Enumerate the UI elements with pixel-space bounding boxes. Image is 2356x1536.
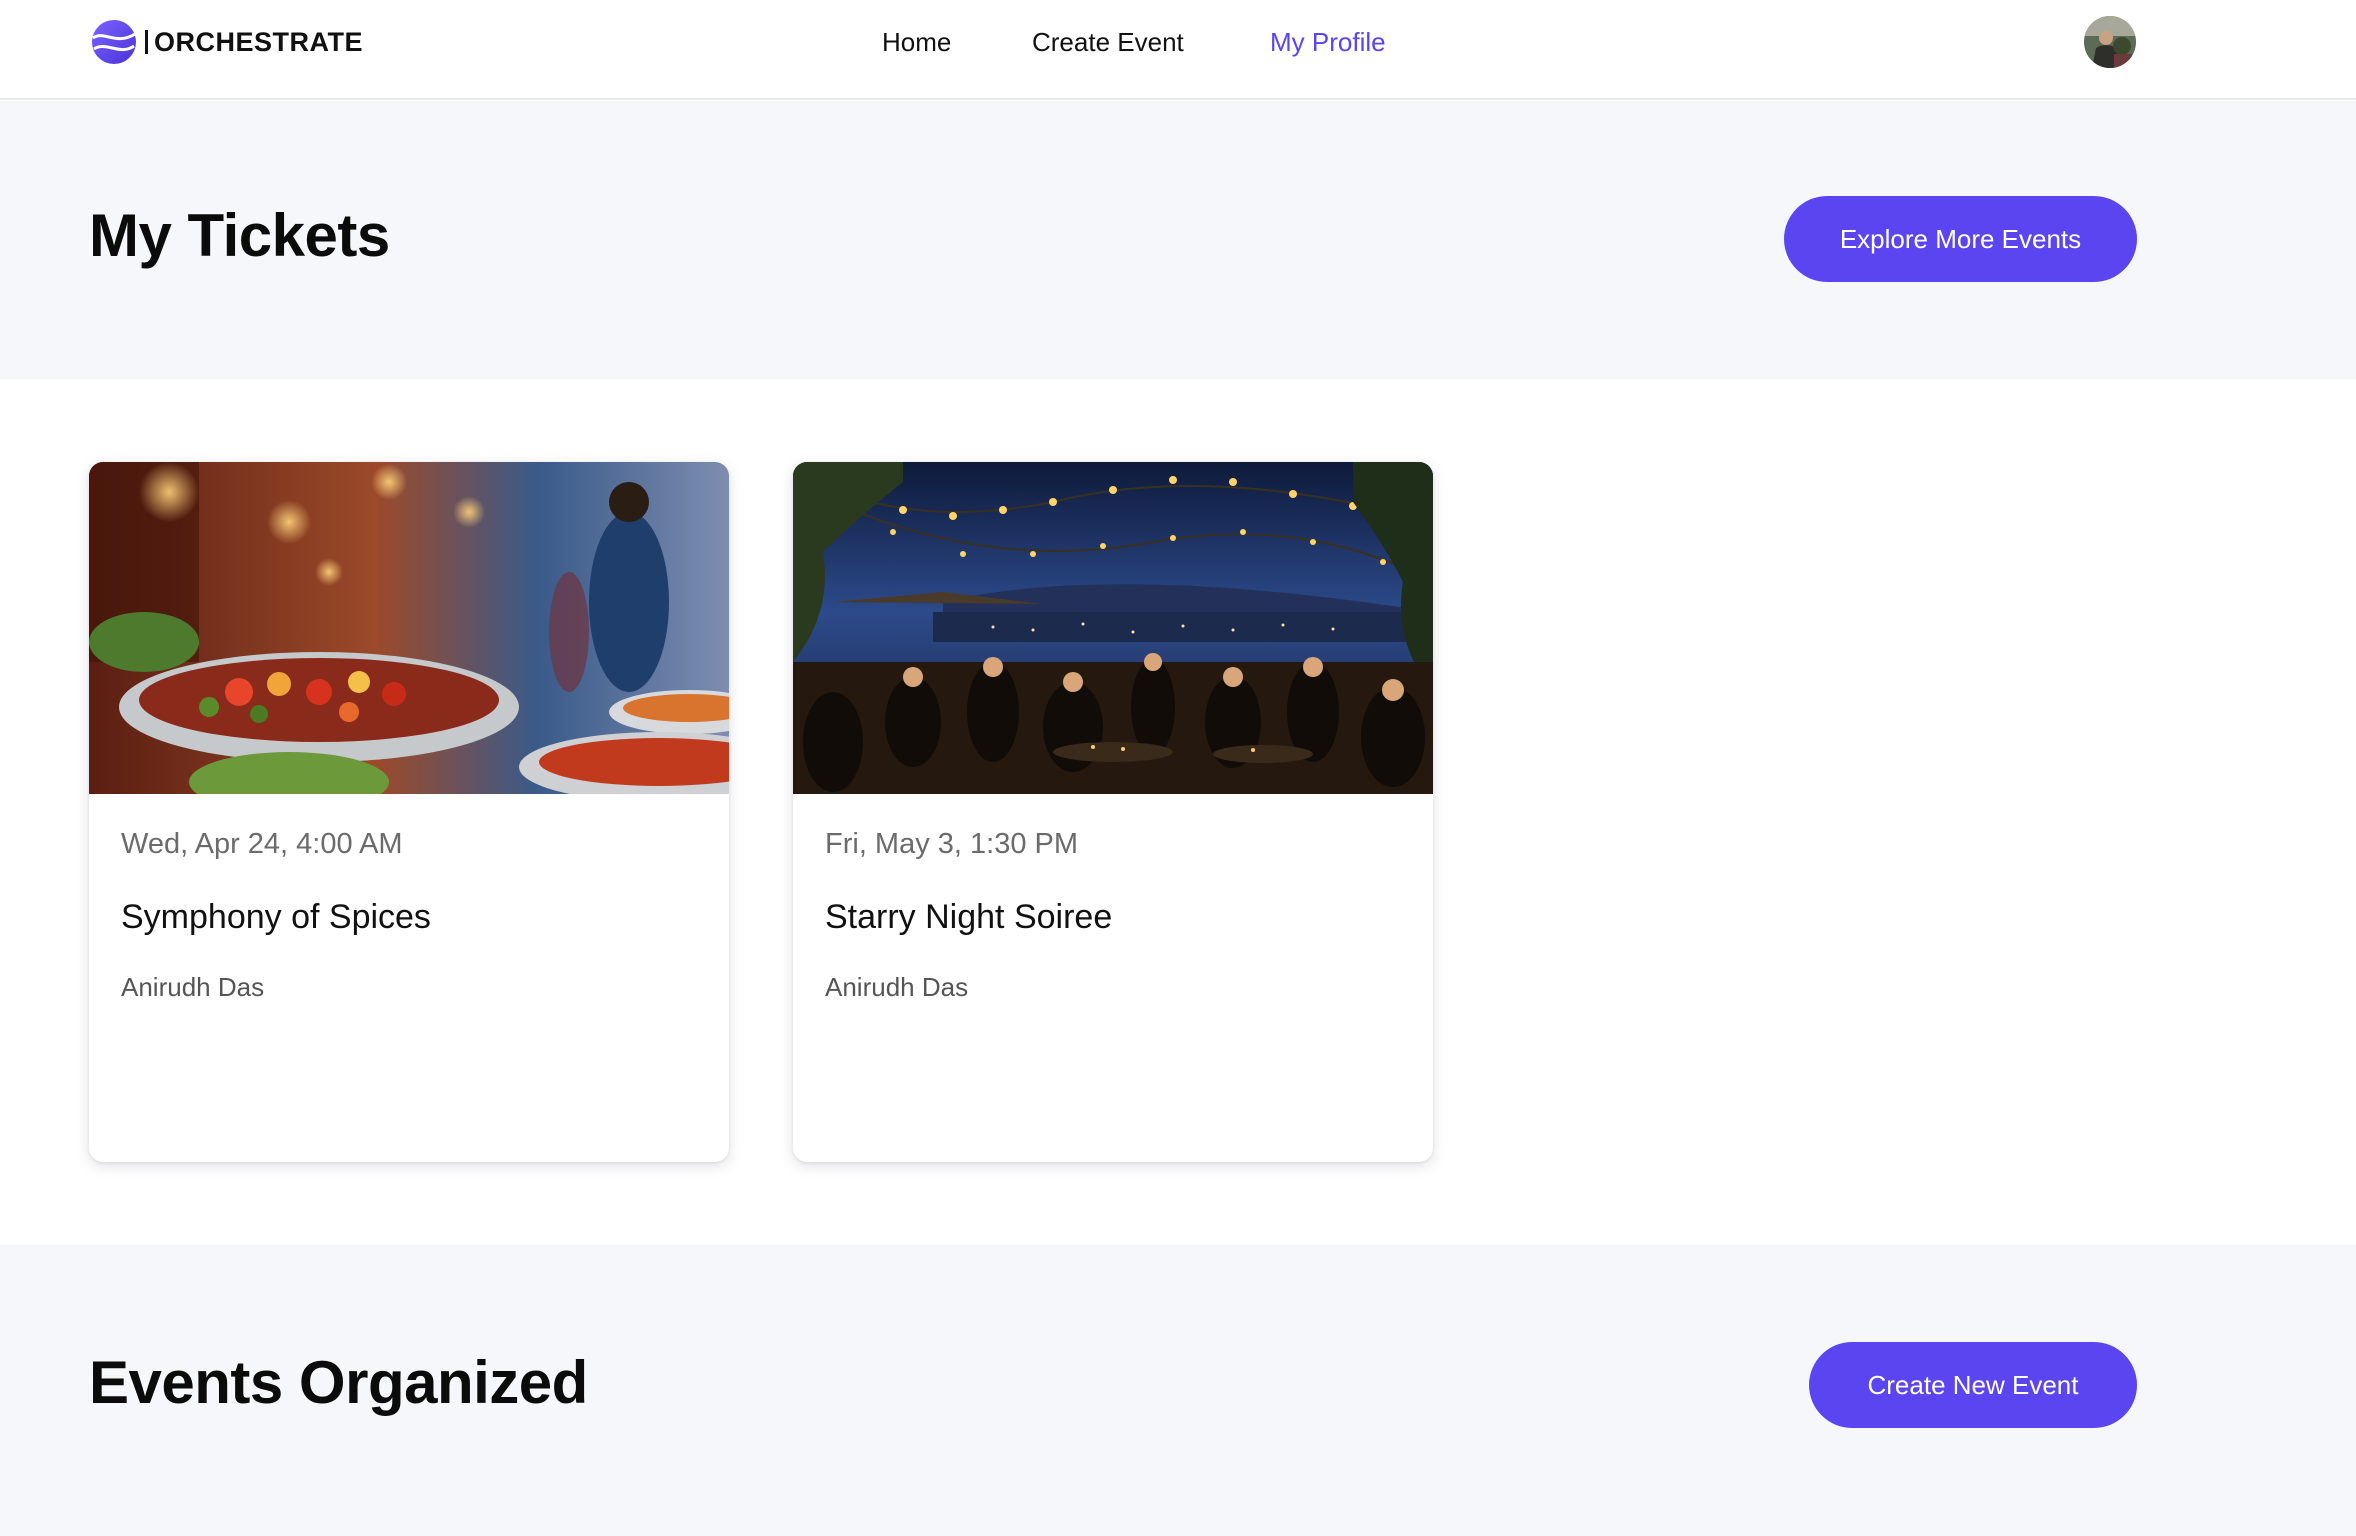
my-tickets-title: My Tickets xyxy=(89,202,390,269)
events-organized-header: Events Organized Create New Event xyxy=(0,1245,2356,1536)
brand-logo[interactable]: ORCHESTRATE xyxy=(90,18,363,66)
explore-more-events-button[interactable]: Explore More Events xyxy=(1784,196,2137,282)
create-new-event-button[interactable]: Create New Event xyxy=(1809,1342,2137,1428)
event-image-food xyxy=(89,462,729,794)
globe-logo-icon xyxy=(92,20,136,64)
my-tickets-header: My Tickets Explore More Events xyxy=(0,101,2356,379)
ticket-date: Fri, May 3, 1:30 PM xyxy=(825,828,1079,860)
logo-divider xyxy=(145,30,148,54)
ticket-title: Starry Night Soiree xyxy=(825,898,1113,936)
nav-create-event[interactable]: Create Event xyxy=(1032,22,1184,62)
ticket-card[interactable]: Fri, May 3, 1:30 PM Starry Night Soiree … xyxy=(793,462,1433,1162)
brand-name: ORCHESTRATE xyxy=(154,26,364,57)
ticket-organizer: Anirudh Das xyxy=(825,972,969,1002)
ticket-date: Wed, Apr 24, 4:00 AM xyxy=(121,828,403,860)
events-organized-title: Events Organized xyxy=(89,1349,588,1416)
avatar-photo xyxy=(2084,16,2136,68)
top-navigation: ORCHESTRATE Home Create Event My Profile xyxy=(0,0,2356,100)
ticket-card[interactable]: Wed, Apr 24, 4:00 AM Symphony of Spices … xyxy=(89,462,729,1162)
event-image-night-party xyxy=(793,462,1433,794)
ticket-organizer: Anirudh Das xyxy=(121,972,265,1002)
nav-home[interactable]: Home xyxy=(882,22,951,62)
nav-my-profile[interactable]: My Profile xyxy=(1270,22,1386,62)
user-avatar[interactable] xyxy=(2084,16,2136,68)
ticket-title: Symphony of Spices xyxy=(121,898,431,936)
